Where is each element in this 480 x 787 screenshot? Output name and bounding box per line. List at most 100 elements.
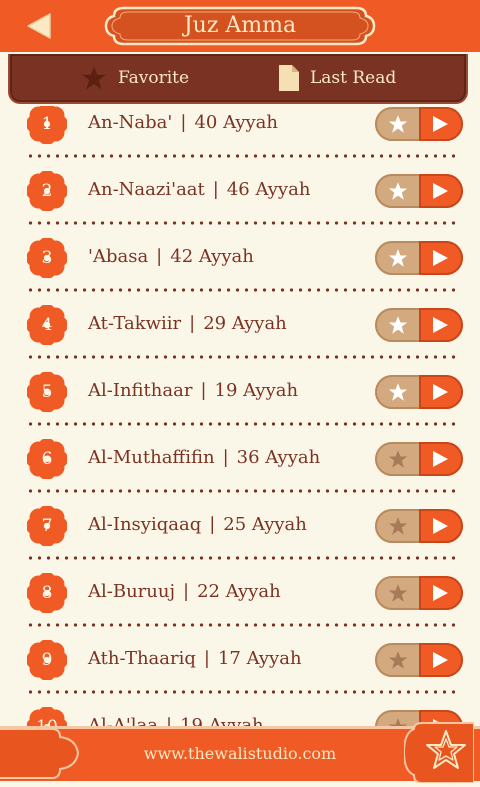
row-actions — [375, 375, 463, 409]
ayah-count: 40 Ayyah — [194, 112, 278, 133]
surah-number: 8 — [41, 583, 53, 603]
surah-title[interactable]: An-Naba' | 40 Ayyah — [88, 112, 278, 133]
favorite-button[interactable] — [375, 576, 421, 610]
play-icon — [433, 317, 448, 333]
ayah-count: 22 Ayyah — [197, 581, 281, 602]
play-button[interactable] — [419, 174, 463, 208]
top-bar: Juz Amma — [0, 0, 480, 52]
row-actions — [375, 509, 463, 543]
star-icon — [388, 249, 408, 267]
surah-title[interactable]: An-Naazi'aat | 46 Ayyah — [88, 179, 310, 200]
play-button[interactable] — [419, 643, 463, 677]
star-icon — [388, 115, 408, 133]
star-icon — [388, 383, 408, 401]
play-button[interactable] — [419, 375, 463, 409]
favorite-button[interactable] — [375, 442, 421, 476]
row-actions — [375, 107, 463, 141]
dotted-divider — [26, 288, 456, 292]
list-item[interactable]: 9 Ath-Thaariq | 17 Ayyah — [0, 640, 480, 709]
surah-title[interactable]: Al-Insyiqaaq | 25 Ayyah — [88, 514, 307, 535]
ayah-count: 29 Ayyah — [203, 313, 287, 334]
ayah-count: 19 Ayyah — [180, 715, 264, 726]
surah-title[interactable]: Al-Muthaffifin | 36 Ayyah — [88, 447, 320, 468]
dotted-divider — [26, 422, 456, 426]
play-icon — [433, 183, 448, 199]
play-button[interactable] — [419, 509, 463, 543]
surah-number: 2 — [41, 181, 53, 201]
surah-title[interactable]: 'Abasa | 42 Ayyah — [88, 246, 254, 267]
number-badge: 4 — [27, 305, 67, 345]
star-icon — [388, 450, 408, 468]
favorite-button[interactable] — [375, 107, 421, 141]
surah-name: An-Naazi'aat — [88, 179, 205, 200]
tab-favorite[interactable]: Favorite — [80, 54, 189, 102]
surah-title[interactable]: Al-Infithaar | 19 Ayyah — [88, 380, 298, 401]
back-button[interactable] — [22, 10, 58, 42]
number-badge: 3 — [27, 238, 67, 278]
ayah-count: 36 Ayyah — [236, 447, 321, 468]
favorite-button[interactable] — [375, 241, 421, 275]
play-button[interactable] — [419, 308, 463, 342]
tab-bar: Favorite Last Read — [8, 54, 468, 104]
row-actions — [375, 576, 463, 610]
surah-title[interactable]: Al-A'laa | 19 Ayyah — [88, 715, 264, 726]
list-item[interactable]: 8 Al-Buruuj | 22 Ayyah — [0, 573, 480, 642]
dotted-divider — [26, 154, 456, 158]
ayah-count: 46 Ayyah — [226, 179, 311, 200]
list-item[interactable]: 7 Al-Insyiqaaq | 25 Ayyah — [0, 506, 480, 575]
footer-bar: www.thewalistudio.com — [0, 722, 480, 784]
favorite-button[interactable] — [375, 174, 421, 208]
number-badge: 6 — [27, 439, 67, 479]
separator: | — [156, 246, 163, 267]
footer-logo-button[interactable] — [402, 721, 475, 784]
play-icon — [433, 518, 448, 534]
row-actions — [375, 643, 463, 677]
play-icon — [433, 451, 448, 467]
list-item[interactable]: 6 Al-Muthaffifin | 36 Ayyah — [0, 439, 480, 508]
title-plaque: Juz Amma — [104, 6, 376, 46]
surah-name: Al-Muthaffifin — [88, 447, 215, 468]
number-badge: 1 — [27, 106, 67, 144]
surah-number: 5 — [41, 382, 53, 402]
play-button[interactable] — [419, 107, 463, 141]
separator: | — [203, 648, 210, 669]
play-icon — [433, 384, 448, 400]
play-icon — [433, 116, 448, 132]
surah-title[interactable]: At-Takwiir | 29 Ayyah — [88, 313, 287, 334]
list-item[interactable]: 5 Al-Infithaar | 19 Ayyah — [0, 372, 480, 441]
list-item[interactable]: 2 An-Naazi'aat | 46 Ayyah — [0, 171, 480, 240]
play-button[interactable] — [419, 241, 463, 275]
surah-title[interactable]: Ath-Thaariq | 17 Ayyah — [88, 648, 302, 669]
favorite-button[interactable] — [375, 509, 421, 543]
ayah-count: 19 Ayyah — [214, 380, 299, 401]
row-actions — [375, 308, 463, 342]
surah-number: 6 — [41, 449, 53, 469]
dotted-divider — [26, 489, 456, 493]
separator: | — [209, 514, 216, 535]
favorite-button[interactable] — [375, 375, 421, 409]
list-item[interactable]: 3 'Abasa | 42 Ayyah — [0, 238, 480, 307]
row-actions — [375, 442, 463, 476]
play-button[interactable] — [419, 442, 463, 476]
dotted-divider — [26, 690, 456, 694]
separator: | — [222, 447, 229, 468]
star-icon — [388, 584, 408, 602]
separator: | — [180, 112, 187, 133]
favorite-button[interactable] — [375, 643, 421, 677]
number-badge: 5 — [27, 372, 67, 412]
surah-name: Ath-Thaariq — [88, 648, 196, 669]
tab-last-read[interactable]: Last Read — [278, 54, 396, 102]
separator: | — [166, 715, 173, 726]
list-item[interactable]: 4 At-Takwiir | 29 Ayyah — [0, 305, 480, 374]
surah-name: Al-Insyiqaaq — [88, 514, 202, 535]
number-badge: 8 — [27, 573, 67, 613]
surah-number: 4 — [41, 315, 53, 335]
surah-title[interactable]: Al-Buruuj | 22 Ayyah — [88, 581, 281, 602]
surah-name: An-Naba' — [88, 112, 173, 133]
star-icon — [388, 651, 408, 669]
surah-list[interactable]: 1 An-Naba' | 40 Ayyah 2 An-Naazi'aat | 46 Ayyah… — [0, 106, 480, 726]
play-button[interactable] — [419, 576, 463, 610]
favorite-button[interactable] — [375, 308, 421, 342]
separator: | — [200, 380, 207, 401]
list-item[interactable]: 1 An-Naba' | 40 Ayyah — [0, 106, 480, 173]
